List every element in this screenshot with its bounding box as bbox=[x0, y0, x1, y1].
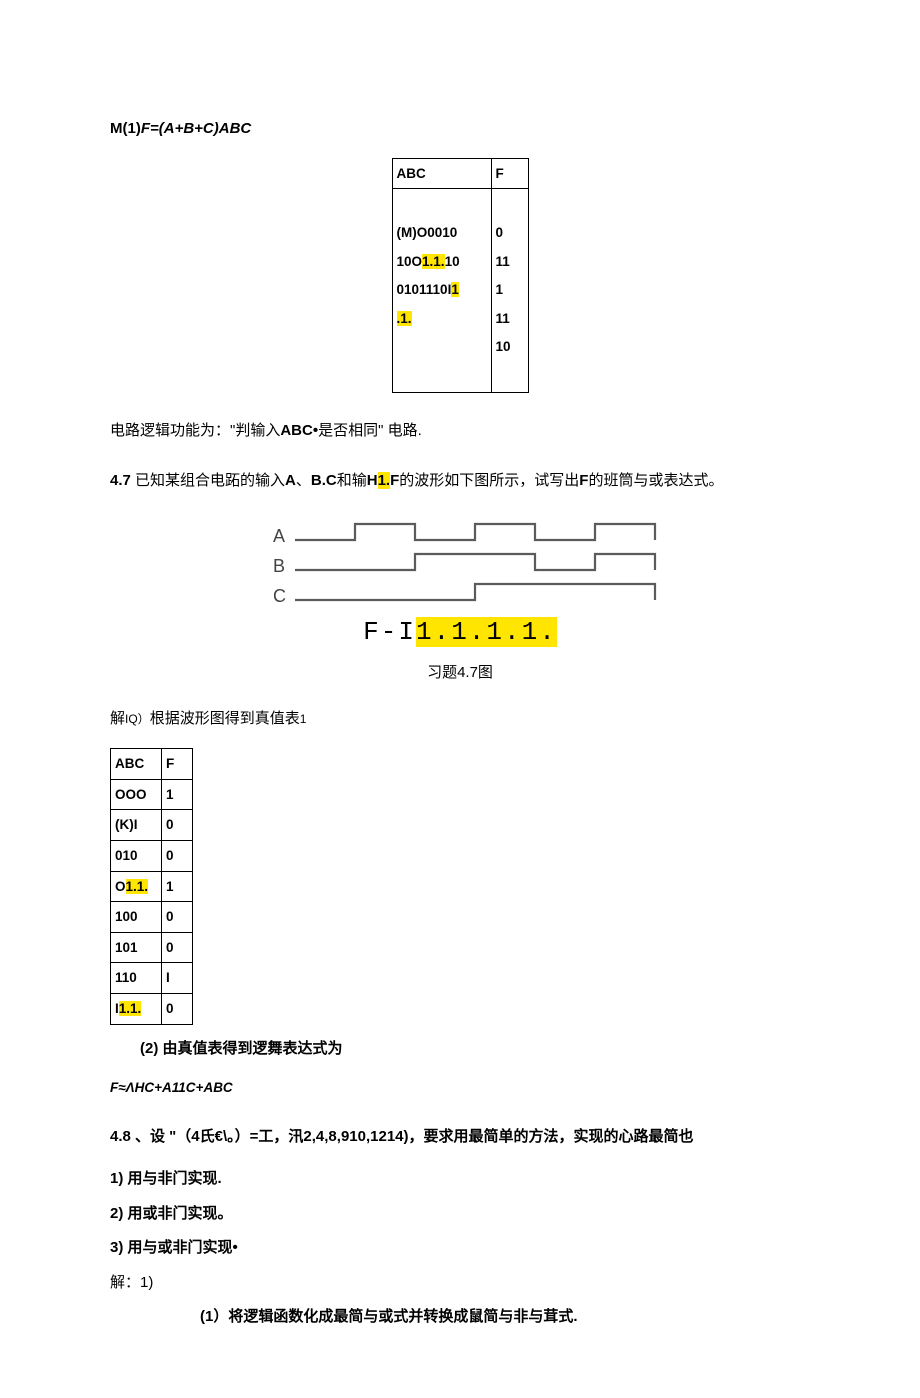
table2-col-f: I bbox=[162, 963, 193, 994]
table-row: 1000 bbox=[111, 902, 193, 933]
q48-solution-head: 解：1) bbox=[110, 1269, 810, 1298]
table2-col-abc: 010 bbox=[111, 840, 162, 871]
table-row: 110I bbox=[111, 963, 193, 994]
table-row: 0100 bbox=[111, 840, 193, 871]
table1-body-right: 0 11 1 11 10 bbox=[491, 189, 528, 392]
truth-table-2: ABCFOOO1(K)I00100O1.1.110001010110II1.1.… bbox=[110, 748, 193, 1025]
q48-opt-3: 3) 用与或非门实现• bbox=[110, 1234, 810, 1263]
table1-left-2: 10O1.1.10 bbox=[397, 248, 487, 276]
table1-header-f: F bbox=[491, 158, 528, 189]
table2-col-f: 0 bbox=[162, 994, 193, 1025]
table-row: OOO1 bbox=[111, 779, 193, 810]
truth-table-1: ABC F (M)O0010 10O1.1.10 0101110I1 .1. 0… bbox=[392, 158, 529, 393]
logic-desc: 电路逻辑功能为："判输入ABC•是否相同" 电路. bbox=[110, 417, 810, 446]
table2-col-f: 0 bbox=[162, 902, 193, 933]
table2-col-f: 1 bbox=[162, 871, 193, 902]
q48-solution-sub: (1）将逻辑函数化成最简与或式并转换成鼠简与非与茸式. bbox=[110, 1303, 810, 1332]
table2-col-abc: I1.1. bbox=[111, 994, 162, 1025]
answer-formula-line: M(1)F=(A+B+C)ABC bbox=[110, 115, 810, 144]
waveform-svg: A B C bbox=[245, 510, 675, 610]
line-2-expression: (2) 由真值表得到逻舞表达式为 bbox=[110, 1035, 810, 1064]
table2-col-f: 0 bbox=[162, 840, 193, 871]
table-row: (K)I0 bbox=[111, 810, 193, 841]
table1-left-4: .1. bbox=[397, 305, 487, 333]
solution-iq-line: 解IQ）根据波形图得到真值表1 bbox=[110, 705, 810, 734]
table-row: ABC F bbox=[392, 158, 528, 189]
figure-caption-47: 习题4.7图 bbox=[427, 659, 493, 688]
table2-container: ABCFOOO1(K)I00100O1.1.110001010110II1.1.… bbox=[110, 748, 810, 1025]
q48-opt-1: 1) 用与非门实现. bbox=[110, 1165, 810, 1194]
table-row: I1.1.0 bbox=[111, 994, 193, 1025]
wave-label-a: A bbox=[273, 526, 285, 546]
table2-col-abc: OOO bbox=[111, 779, 162, 810]
table2-col-abc: O1.1. bbox=[111, 871, 162, 902]
formula-fi: F-I1.1.1.1. bbox=[363, 608, 557, 657]
table-row: ABCF bbox=[111, 748, 193, 779]
q48-opt-2: 2) 用或非门实现。 bbox=[110, 1200, 810, 1229]
table1-container: ABC F (M)O0010 10O1.1.10 0101110I1 .1. 0… bbox=[110, 158, 810, 393]
wave-label-c: C bbox=[273, 586, 286, 606]
question-4-7: 4.7 已知某组合电跖的输入A、B.C和输H1.F的波形如下图所示，试写出F的班… bbox=[110, 467, 810, 496]
table2-col-abc: ABC bbox=[111, 748, 162, 779]
table1-header-abc: ABC bbox=[392, 158, 491, 189]
wave-label-b: B bbox=[273, 556, 285, 576]
table2-col-f: 0 bbox=[162, 810, 193, 841]
table2-col-f: 1 bbox=[162, 779, 193, 810]
answer-formula: F=(A+B+C)ABC bbox=[141, 120, 251, 137]
table1-left-1: (M)O0010 bbox=[397, 219, 487, 247]
table2-col-abc: 110 bbox=[111, 963, 162, 994]
table1-left-3: 0101110I1 bbox=[397, 276, 487, 304]
table1-body-left: (M)O0010 10O1.1.10 0101110I1 .1. bbox=[392, 189, 491, 392]
answer-prefix: M(1) bbox=[110, 120, 141, 137]
table-row: 1010 bbox=[111, 932, 193, 963]
table2-col-abc: 100 bbox=[111, 902, 162, 933]
question-4-8: 4.8 、设 "（4氏€\。）=工，汛2,4,8,910,1214)，要求用最简… bbox=[110, 1123, 810, 1152]
table2-col-abc: 101 bbox=[111, 932, 162, 963]
table2-col-abc: (K)I bbox=[111, 810, 162, 841]
table-row: (M)O0010 10O1.1.10 0101110I1 .1. 0 11 1 … bbox=[392, 189, 528, 392]
waveform-figure: A B C F-I1.1.1.1. 习题4.7图 bbox=[110, 510, 810, 702]
formula-expression: F≈ΛHC+A11C+ABC bbox=[110, 1075, 810, 1101]
table2-col-f: F bbox=[162, 748, 193, 779]
table-row: O1.1.1 bbox=[111, 871, 193, 902]
table2-col-f: 0 bbox=[162, 932, 193, 963]
document-page: M(1)F=(A+B+C)ABC ABC F (M)O0010 10O1.1.1… bbox=[0, 0, 920, 1398]
